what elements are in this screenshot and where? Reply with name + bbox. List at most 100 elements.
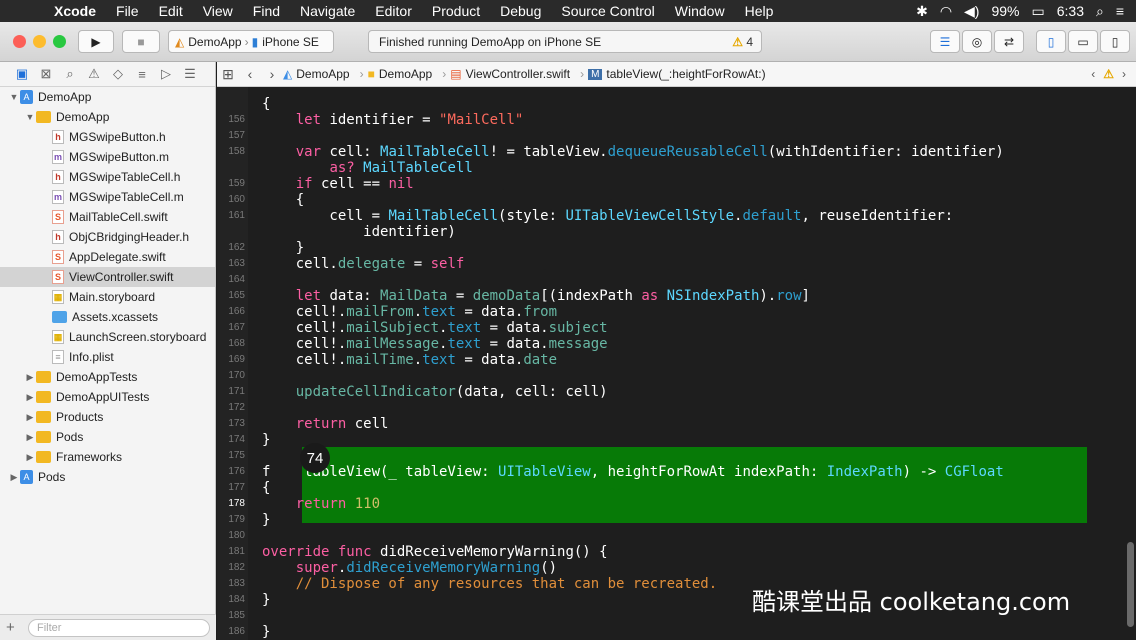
warning-icon[interactable]: ⚠	[1103, 67, 1114, 81]
tree-item[interactable]: ▼ DemoApp	[0, 107, 215, 127]
tree-item[interactable]: ▶ Pods	[0, 427, 215, 447]
debug-icon[interactable]: ≡	[130, 67, 154, 82]
tree-item[interactable]: S AppDelegate.swift	[0, 247, 215, 267]
tree-item[interactable]: ▼ A DemoApp	[0, 87, 215, 107]
issue-icon[interactable]: ⚠	[82, 66, 106, 82]
close-window-button[interactable]	[13, 35, 26, 48]
disclosure-collapsed-icon[interactable]: ▶	[24, 452, 36, 463]
menu-view[interactable]: View	[193, 3, 243, 19]
line-number[interactable]: 158	[217, 146, 245, 157]
menu-find[interactable]: Find	[243, 3, 290, 19]
line-number[interactable]: 165	[217, 290, 245, 301]
disclosure-collapsed-icon[interactable]: ▶	[24, 412, 36, 423]
line-number[interactable]: 184	[217, 594, 245, 605]
standard-editor-button[interactable]: ☰	[930, 30, 960, 53]
bluetooth-icon[interactable]: ✱	[916, 3, 928, 20]
disclosure-collapsed-icon[interactable]: ▶	[8, 472, 20, 483]
version-editor-button[interactable]: ⇄	[994, 30, 1024, 53]
line-number[interactable]: 164	[217, 274, 245, 285]
tree-item[interactable]: ▶ Products	[0, 407, 215, 427]
breadcrumb-project[interactable]: ◭ DemoApp	[283, 67, 350, 81]
line-number[interactable]: 176	[217, 466, 245, 477]
tree-item[interactable]: S ViewController.swift	[0, 267, 215, 287]
line-number[interactable]: 159	[217, 178, 245, 189]
tree-item[interactable]: h ObjCBridgingHeader.h	[0, 227, 215, 247]
editor-scrollbar[interactable]	[1127, 542, 1134, 627]
line-number[interactable]: 168	[217, 338, 245, 349]
tree-item[interactable]: m MGSwipeTableCell.m	[0, 187, 215, 207]
line-number[interactable]: 182	[217, 562, 245, 573]
line-number[interactable]: 180	[217, 530, 245, 541]
source-editor[interactable]: 156 157 158 159 160 161 162 163 164 165 166 167 168 1…	[217, 87, 1136, 640]
tree-item[interactable]: h MGSwipeButton.h	[0, 127, 215, 147]
back-button[interactable]: ‹	[239, 66, 261, 82]
source-control-icon[interactable]: ⊠	[34, 66, 58, 82]
tree-item[interactable]: ▦ Main.storyboard	[0, 287, 215, 307]
clock[interactable]: 6:33	[1057, 3, 1084, 19]
search-icon[interactable]: ⌕	[1096, 3, 1104, 20]
menu-app-name[interactable]: Xcode	[44, 3, 106, 19]
disclosure-expanded-icon[interactable]: ▼	[24, 112, 36, 122]
assistant-editor-button[interactable]: ◎	[962, 30, 992, 53]
add-file-icon[interactable]: +	[6, 619, 24, 636]
line-number-gutter[interactable]: 156 157 158 159 160 161 162 163 164 165 166 167 168 1…	[217, 87, 248, 640]
warning-indicator[interactable]: ⚠ 4	[732, 35, 761, 49]
stop-button[interactable]: ■	[122, 30, 160, 53]
filter-input[interactable]: Filter	[28, 618, 210, 637]
tree-item[interactable]: ▶ DemoAppUITests	[0, 387, 215, 407]
tree-item[interactable]: ≡ Info.plist	[0, 347, 215, 367]
run-button[interactable]: ▶	[78, 30, 114, 53]
disclosure-collapsed-icon[interactable]: ▶	[24, 392, 36, 403]
line-number[interactable]: 169	[217, 354, 245, 365]
next-issue-icon[interactable]: ›	[1122, 67, 1126, 81]
tree-item[interactable]: ▶ DemoAppTests	[0, 367, 215, 387]
line-number[interactable]: 172	[217, 402, 245, 413]
forward-button[interactable]: ›	[261, 66, 283, 82]
menu-window[interactable]: Window	[665, 3, 735, 19]
toggle-navigator-button[interactable]: ▯	[1036, 30, 1066, 53]
line-number[interactable]: 183	[217, 578, 245, 589]
line-number[interactable]: 186	[217, 626, 245, 637]
breadcrumb-file[interactable]: ▤ ViewController.swift	[450, 67, 570, 81]
disclosure-collapsed-icon[interactable]: ▶	[24, 432, 36, 443]
line-number[interactable]: 170	[217, 370, 245, 381]
zoom-window-button[interactable]	[53, 35, 66, 48]
wifi-icon[interactable]: ◠	[940, 3, 952, 20]
battery-icon[interactable]: ▭	[1032, 3, 1045, 20]
menu-edit[interactable]: Edit	[149, 3, 193, 19]
line-number[interactable]: 160	[217, 194, 245, 205]
disclosure-collapsed-icon[interactable]: ▶	[24, 372, 36, 383]
volume-icon[interactable]: ◀)	[964, 3, 979, 20]
menu-debug[interactable]: Debug	[490, 3, 551, 19]
line-number[interactable]: 177	[217, 482, 245, 493]
line-number[interactable]: 171	[217, 386, 245, 397]
minimize-window-button[interactable]	[33, 35, 46, 48]
line-number[interactable]: 179	[217, 514, 245, 525]
line-number[interactable]: 156	[217, 114, 245, 125]
line-number[interactable]: 181	[217, 546, 245, 557]
tree-item[interactable]: ▦ LaunchScreen.storyboard	[0, 327, 215, 347]
line-number[interactable]: 185	[217, 610, 245, 621]
line-number[interactable]: 167	[217, 322, 245, 333]
toggle-utilities-button[interactable]: ▯	[1100, 30, 1130, 53]
line-number[interactable]: 162	[217, 242, 245, 253]
battery-percent[interactable]: 99%	[991, 3, 1019, 19]
line-number[interactable]: 174	[217, 434, 245, 445]
folder-icon[interactable]: ▣	[10, 66, 34, 82]
tree-item[interactable]: h MGSwipeTableCell.h	[0, 167, 215, 187]
symbol-icon[interactable]: ⌕	[58, 66, 82, 82]
tree-item[interactable]: m MGSwipeButton.m	[0, 147, 215, 167]
toggle-debug-area-button[interactable]: ▭	[1068, 30, 1098, 53]
grid-icon[interactable]: ⊞	[217, 66, 239, 83]
line-number[interactable]: 163	[217, 258, 245, 269]
line-number[interactable]: 173	[217, 418, 245, 429]
menu-help[interactable]: Help	[735, 3, 784, 19]
breadcrumb-folder[interactable]: ■ DemoApp	[368, 67, 433, 81]
menu-navigate[interactable]: Navigate	[290, 3, 365, 19]
line-number[interactable]: 178	[217, 498, 245, 509]
line-number[interactable]: 175	[217, 450, 245, 461]
scheme-selector[interactable]: ◭ DemoApp › ▮ iPhone SE	[168, 30, 334, 53]
tree-item[interactable]: S MailTableCell.swift	[0, 207, 215, 227]
disclosure-expanded-icon[interactable]: ▼	[8, 92, 20, 102]
breadcrumb-method[interactable]: MtableView(_:heightForRowAt:)	[588, 67, 766, 81]
